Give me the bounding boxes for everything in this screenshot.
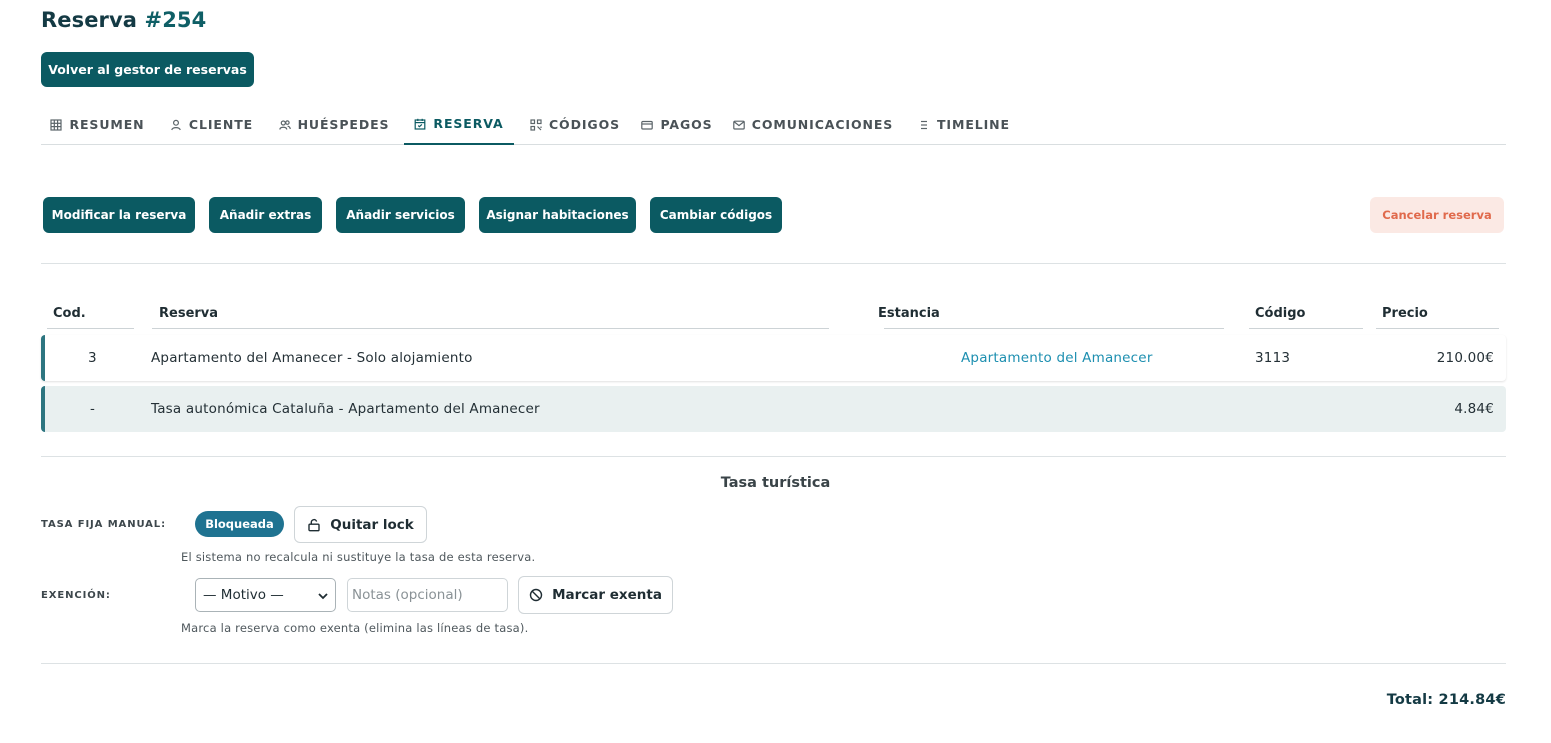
cell-precio: 210.00€ xyxy=(1436,350,1494,366)
locked-status-badge: Bloqueada xyxy=(195,511,284,537)
tab-label: HUÉSPEDES xyxy=(297,117,390,132)
tab-label: CÓDIGOS xyxy=(548,117,620,132)
chevron-down-icon xyxy=(318,593,328,600)
tab-cliente[interactable]: CLIENTE xyxy=(164,104,259,145)
header-underline xyxy=(1249,328,1363,329)
grid-icon xyxy=(50,118,63,131)
cancel-reservation-button[interactable]: Cancelar reserva xyxy=(1370,197,1504,233)
header-reserva: Reserva xyxy=(159,306,219,321)
add-extras-button[interactable]: Añadir extras xyxy=(209,197,322,233)
cell-estancia-link[interactable]: Apartamento del Amanecer xyxy=(961,335,1153,381)
card-icon xyxy=(641,120,654,130)
exemption-label: EXENCIÓN: xyxy=(41,590,111,601)
header-underline xyxy=(1376,328,1499,329)
modify-reservation-button[interactable]: Modificar la reserva xyxy=(43,197,195,233)
header-precio: Precio xyxy=(1382,306,1428,321)
tab-bar: RESUMEN CLIENTE HUÉSPEDES RESERVA CÓDIGO… xyxy=(41,104,1506,145)
mark-exempt-label: Marcar exenta xyxy=(552,587,662,603)
header-underline xyxy=(152,328,829,329)
divider xyxy=(41,663,1506,664)
manual-tax-hint: El sistema no recalcula ni sustituye la … xyxy=(181,550,536,564)
remove-lock-button[interactable]: Quitar lock xyxy=(294,506,427,543)
divider xyxy=(41,456,1506,457)
user-icon xyxy=(171,119,181,130)
cell-precio: 4.84€ xyxy=(1454,401,1494,417)
cell-codigo: 3113 xyxy=(1255,350,1291,366)
table-row[interactable]: 3 Apartamento del Amanecer - Solo alojam… xyxy=(41,335,1506,381)
list-icon xyxy=(921,120,927,129)
change-codes-button[interactable]: Cambiar códigos xyxy=(650,197,782,233)
header-underline xyxy=(47,328,134,329)
tab-comunicaciones[interactable]: COMUNICACIONES xyxy=(732,104,894,145)
divider xyxy=(41,263,1506,264)
reservation-number: #254 xyxy=(144,8,207,32)
cell-reserva: Tasa autonómica Cataluña - Apartamento d… xyxy=(151,401,540,417)
tab-label: CLIENTE xyxy=(188,117,254,132)
tab-codigos[interactable]: CÓDIGOS xyxy=(525,104,625,145)
tab-resumen[interactable]: RESUMEN xyxy=(41,104,154,145)
tab-label: TIMELINE xyxy=(937,117,1010,132)
mark-exempt-button[interactable]: Marcar exenta xyxy=(518,576,673,614)
select-value: — Motivo — xyxy=(203,587,284,603)
calendar-icon xyxy=(415,118,426,130)
tab-huespedes[interactable]: HUÉSPEDES xyxy=(274,104,394,145)
assign-rooms-button[interactable]: Asignar habitaciones xyxy=(479,197,636,233)
header-codigo: Código xyxy=(1255,306,1306,321)
tab-pagos[interactable]: PAGOS xyxy=(637,104,717,145)
cell-reserva: Apartamento del Amanecer - Solo alojamie… xyxy=(151,350,473,366)
table-row[interactable]: - Tasa autonómica Cataluña - Apartamento… xyxy=(41,386,1506,432)
unlock-icon xyxy=(308,518,320,531)
tab-label: PAGOS xyxy=(660,117,713,132)
cell-cod: 3 xyxy=(88,350,97,366)
header-cod: Cod. xyxy=(53,306,86,321)
header-underline xyxy=(884,328,1224,329)
users-icon xyxy=(278,119,291,130)
remove-lock-label: Quitar lock xyxy=(330,516,414,533)
ban-icon xyxy=(529,588,543,602)
exemption-reason-select[interactable]: — Motivo — xyxy=(195,578,336,612)
back-to-manager-button[interactable]: Volver al gestor de reservas xyxy=(41,52,254,87)
manual-tax-label: TASA FIJA MANUAL: xyxy=(41,519,166,530)
page-title-text: Reserva xyxy=(41,8,138,32)
reservation-total: Total: 214.84€ xyxy=(1386,692,1506,708)
cell-cod: - xyxy=(90,401,96,417)
qr-icon xyxy=(530,118,542,131)
exemption-hint: Marca la reserva como exenta (elimina la… xyxy=(181,621,529,635)
header-estancia: Estancia xyxy=(878,306,940,321)
tab-reserva[interactable]: RESERVA xyxy=(404,104,514,145)
exemption-notes-input[interactable] xyxy=(347,578,508,612)
tab-label: COMUNICACIONES xyxy=(751,117,894,132)
tab-label: RESERVA xyxy=(433,116,504,131)
mail-icon xyxy=(732,120,745,130)
tourist-tax-title: Tasa turística xyxy=(720,475,831,491)
tab-timeline[interactable]: TIMELINE xyxy=(915,104,1013,145)
page-title: Reserva #254 xyxy=(41,8,206,32)
tab-label: RESUMEN xyxy=(69,117,145,132)
add-services-button[interactable]: Añadir servicios xyxy=(336,197,465,233)
